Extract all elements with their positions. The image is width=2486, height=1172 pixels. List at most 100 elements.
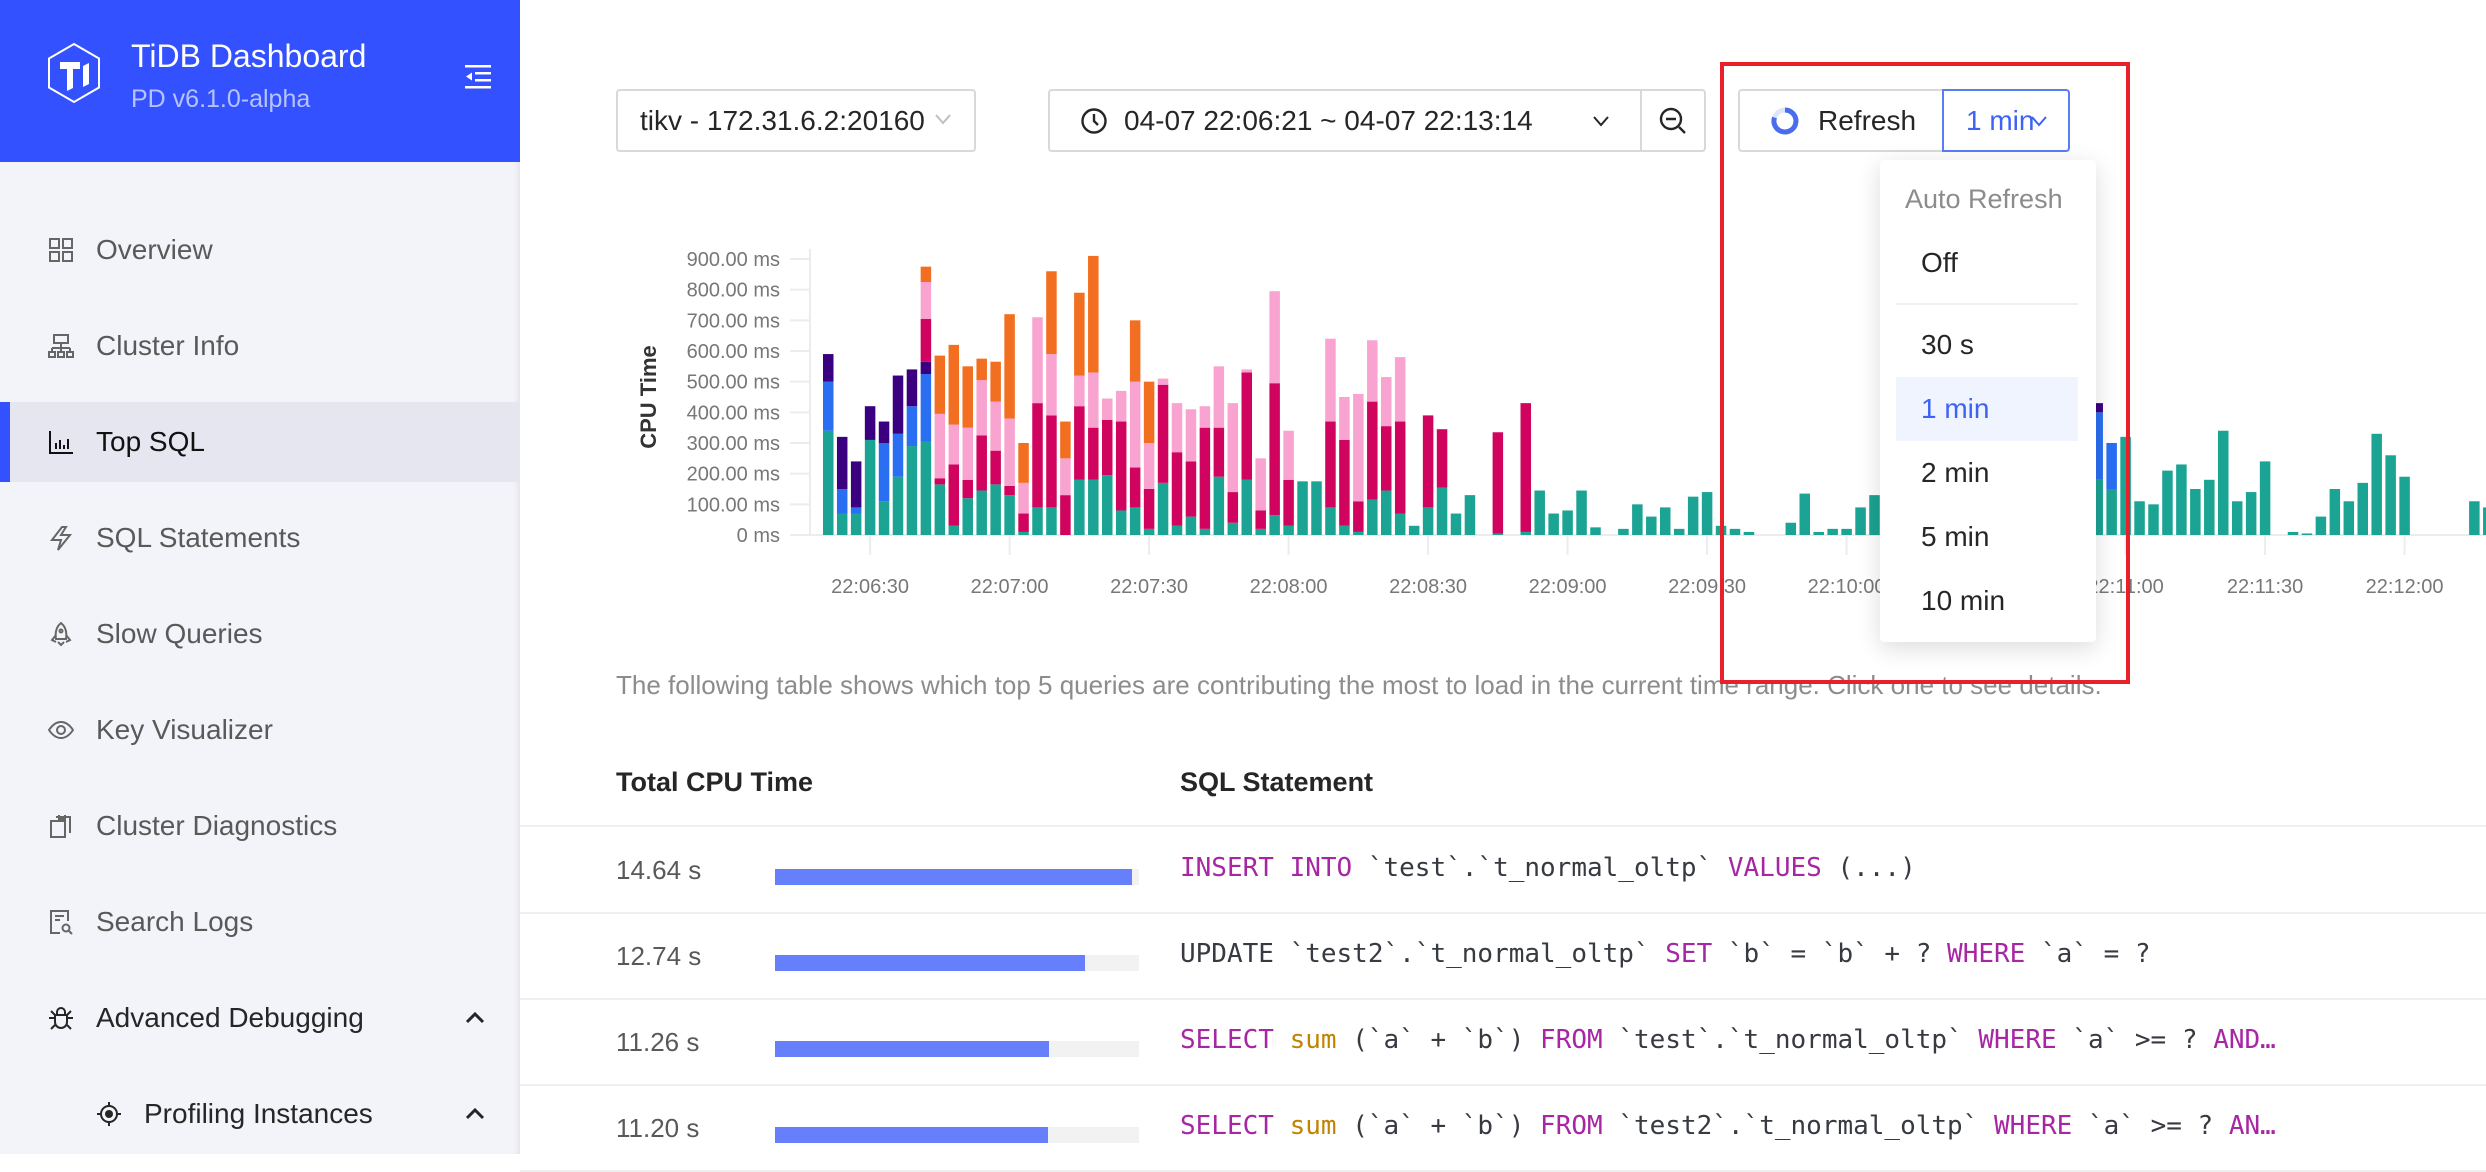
refresh-button[interactable]: Refresh: [1738, 89, 1944, 152]
y-tick-label: 800.00 ms: [687, 280, 780, 302]
bar-segment-s4: [934, 478, 946, 485]
sidebar-item-key-visualizer[interactable]: Key Visualizer: [0, 690, 520, 770]
bar-segment-s3: [906, 369, 918, 407]
sql-text: `b` = `b` + ?: [1712, 939, 1948, 969]
bar-segment-s1: [1743, 531, 1755, 535]
instance-select[interactable]: tikv - 172.31.6.2:20160: [616, 89, 976, 152]
grid-icon: [49, 238, 73, 262]
bar-segment-s4: [1032, 403, 1043, 508]
bar-segment-s1: [2385, 455, 2396, 535]
bar-segment-s1: [1311, 481, 1322, 535]
bar-segment-s1: [906, 446, 918, 535]
x-tick-label: 22:11:30: [2227, 576, 2303, 598]
bar-segment-s5: [1339, 397, 1350, 440]
bar-segment-s1: [2399, 476, 2410, 535]
bar-segment-s4: [1241, 372, 1252, 480]
sql-statement: INSERT INTO `test`.`t_normal_oltp` VALUE…: [1180, 853, 1916, 883]
clock-icon: [1081, 107, 1107, 134]
bar-segment-s2: [2106, 443, 2117, 489]
brand-header: TiDB Dashboard PD v6.1.0-alpha: [0, 0, 520, 162]
bar-segment-s5: [1255, 458, 1266, 511]
bar-segment-s1: [1660, 507, 1671, 535]
sql-keyword: FROM: [1540, 1025, 1603, 1055]
auto-refresh-option[interactable]: 10 min: [1896, 569, 2078, 633]
x-tick-label: 22:08:30: [1389, 576, 1467, 598]
bar-segment-s2: [920, 374, 932, 442]
bar-segment-s1: [2259, 461, 2271, 535]
cpu-time-bar: [775, 869, 1139, 885]
rocket-icon: [50, 621, 72, 647]
auto-refresh-option-off[interactable]: Off: [1896, 231, 2078, 295]
bar-segment-s5: [1088, 372, 1099, 428]
sidebar-item-slow-queries[interactable]: Slow Queries: [0, 594, 520, 674]
collapse-sidebar-icon[interactable]: [465, 64, 493, 90]
sidebar-item-label: Cluster Info: [96, 330, 240, 361]
bar-segment-s1: [920, 441, 932, 535]
table-row[interactable]: 14.64 s INSERT INTO `test`.`t_normal_oltp…: [520, 827, 2486, 913]
bar-segment-s4: [1283, 479, 1294, 526]
y-tick-label: 100.00 ms: [687, 494, 780, 516]
bar-segment-s4: [1422, 415, 1434, 508]
bar-segment-s4: [976, 435, 987, 491]
cpu-time-bar-fill: [775, 1041, 1050, 1057]
bar-segment-s1: [1799, 493, 1810, 535]
dropdown-header: Auto Refresh: [1905, 184, 2063, 214]
sidebar-item-overview[interactable]: Overview: [0, 210, 520, 290]
bar-segment-s1: [2106, 489, 2117, 535]
bar-segment-s5: [1004, 418, 1015, 486]
bar-segment-s1: [1450, 513, 1462, 535]
bar-segment-s1: [1297, 481, 1308, 535]
bar-segment-s1: [823, 430, 834, 535]
bar-segment-s1: [1004, 495, 1015, 535]
sidebar-item-search-logs[interactable]: Search Logs: [0, 882, 520, 962]
zoom-out-button[interactable]: [1640, 89, 1706, 152]
bar-segment-s1: [1227, 522, 1239, 535]
sidebar-item-top-sql[interactable]: Top SQL: [0, 402, 520, 482]
bar-segment-s1: [2371, 433, 2382, 535]
auto-refresh-option[interactable]: 2 min: [1896, 441, 2078, 505]
auto-refresh-option[interactable]: 5 min: [1896, 505, 2078, 569]
bar-segment-s1: [1422, 507, 1434, 535]
bar-segment-s1: [1088, 479, 1099, 535]
chevron-up-icon[interactable]: [464, 1107, 486, 1121]
bar-segment-s1: [1269, 515, 1280, 535]
bar-segment-s1: [1241, 479, 1252, 535]
target-icon: [97, 1102, 121, 1126]
y-tick-label: 0 ms: [737, 525, 780, 547]
sidebar-item-label: Advanced Debugging: [96, 1002, 364, 1033]
sql-keyword: FROM: [1540, 1111, 1603, 1141]
bar-segment-s1: [934, 484, 946, 535]
chevron-up-icon[interactable]: [464, 1011, 486, 1025]
sql-text: `a` >= ?: [2072, 1111, 2229, 1141]
y-tick-label: 700.00 ms: [687, 310, 780, 332]
bar-segment-s1: [962, 498, 973, 535]
bar-segment-s4: [1436, 429, 1448, 488]
auto-refresh-option[interactable]: 30 s: [1896, 313, 2078, 377]
sql-text: `a` >= ?: [2056, 1025, 2214, 1055]
cpu-time-chart[interactable]: 0 ms 100.00 ms 200.00 ms 300.00 ms 400.00 ms…: [520, 200, 2486, 620]
eye-icon: [48, 720, 74, 740]
bar-segment-s1: [2176, 464, 2187, 535]
bar-segment-s1: [1673, 528, 1685, 535]
sidebar-item-cluster-diagnostics[interactable]: Cluster Diagnostics: [0, 786, 520, 866]
bar-segment-s5: [1353, 393, 1364, 502]
bar-segment-s5: [1381, 377, 1392, 427]
bar-segment-s6: [920, 266, 932, 282]
table-row[interactable]: 12.74 s UPDATE `test2`.`t_normal_oltp` SE…: [520, 913, 2486, 999]
bar-segment-s5: [1394, 357, 1406, 422]
auto-refresh-interval-select[interactable]: 1 min: [1942, 89, 2070, 152]
bar-segment-s2: [878, 443, 890, 502]
bar-segment-s1: [2469, 501, 2480, 535]
sidebar-item-cluster-info[interactable]: Cluster Info: [0, 306, 520, 386]
auto-refresh-option-selected[interactable]: 1 min: [1896, 377, 2078, 441]
table-row[interactable]: 11.20 s SELECT sum (`a` + `b`) FROM `test…: [520, 1085, 2486, 1171]
time-range-select[interactable]: 04-07 22:06:21 ~ 04-07 22:13:14: [1048, 89, 1642, 152]
bar-segment-s1: [2357, 482, 2368, 535]
bar-segment-s1: [878, 501, 890, 535]
sidebar-item-profiling-instances[interactable]: Profiling Instances: [0, 1074, 520, 1154]
sidebar-item-sql-statements[interactable]: SQL Statements: [0, 498, 520, 578]
cluster-icon: [48, 334, 74, 358]
x-tick-label: 22:11:00: [2087, 576, 2163, 598]
table-row[interactable]: 11.26 s SELECT sum (`a` + `b`) FROM `test…: [520, 999, 2486, 1085]
sidebar-item-advanced-debugging[interactable]: Advanced Debugging: [0, 978, 520, 1058]
